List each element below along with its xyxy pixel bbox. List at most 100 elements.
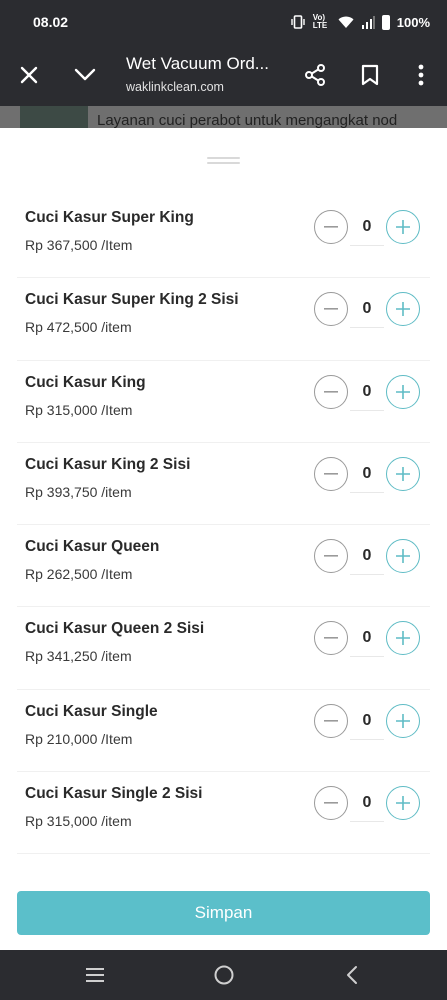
quantity-stepper: 0	[314, 210, 420, 246]
battery-icon	[381, 14, 390, 30]
decrease-button[interactable]	[314, 374, 348, 409]
list-item: Cuci Kasur King Rp 315,000 /Item 0	[17, 361, 430, 443]
home-icon	[214, 965, 234, 985]
quantity-stepper: 0	[314, 703, 420, 740]
back-icon	[347, 966, 357, 984]
decrease-button[interactable]	[314, 786, 348, 821]
quantity-stepper: 0	[314, 621, 420, 658]
item-name: Cuci Kasur Single 2 Sisi	[25, 785, 203, 803]
status-icons: Vo) LTE 100%	[290, 14, 430, 30]
minimize-button[interactable]	[68, 58, 102, 92]
minus-icon	[324, 308, 338, 310]
quantity-value[interactable]: 0	[350, 210, 384, 246]
home-button[interactable]	[211, 962, 237, 988]
share-button[interactable]	[298, 58, 332, 92]
page-title-block: Wet Vacuum Ord... waklinkclean.com	[126, 54, 286, 94]
item-price: Rp 341,250 /item	[25, 648, 132, 665]
item-price: Rp 472,500 /item	[25, 319, 132, 336]
plus-icon	[396, 796, 410, 811]
bookmark-icon	[361, 64, 379, 86]
close-button[interactable]	[12, 58, 46, 92]
minus-icon	[324, 719, 338, 722]
more-vertical-icon	[418, 64, 424, 86]
page-title: Wet Vacuum Ord...	[126, 54, 269, 73]
minus-icon	[324, 637, 338, 640]
item-price: Rp 315,000 /item	[25, 813, 132, 830]
network-label: Vo) LTE	[312, 13, 328, 30]
increase-button[interactable]	[386, 621, 420, 656]
page-url: waklinkclean.com	[126, 80, 224, 94]
decrease-button[interactable]	[314, 703, 348, 738]
backdrop-thumbnail	[20, 106, 88, 128]
decrease-button[interactable]	[314, 292, 348, 327]
recents-icon	[86, 968, 104, 982]
vibrate-icon	[291, 15, 305, 29]
increase-button[interactable]	[386, 786, 420, 821]
custom-tab-toolbar: Wet Vacuum Ord... waklinkclean.com	[0, 44, 447, 106]
item-name: Cuci Kasur Queen	[25, 538, 160, 556]
increase-button[interactable]	[386, 539, 420, 574]
item-name: Cuci Kasur Super King 2 Sisi	[25, 291, 239, 309]
increase-button[interactable]	[386, 703, 420, 738]
list-item: Cuci Kasur Single Rp 210,000 /Item 0	[17, 690, 430, 773]
quantity-value[interactable]: 0	[350, 786, 384, 823]
quantity-value[interactable]: 0	[350, 621, 384, 658]
quantity-value[interactable]: 0	[350, 292, 384, 329]
decrease-button[interactable]	[314, 621, 348, 656]
bookmark-button[interactable]	[353, 58, 387, 92]
share-icon	[305, 64, 325, 86]
quantity-stepper: 0	[314, 374, 420, 411]
plus-icon	[396, 302, 410, 317]
system-nav-bar	[0, 950, 447, 1000]
increase-button[interactable]	[386, 292, 420, 327]
minus-icon	[324, 390, 338, 393]
quantity-value[interactable]: 0	[350, 704, 384, 740]
list-item: Cuci Kasur Super King 2 Sisi Rp 472,500 …	[17, 278, 430, 361]
item-name: Cuci Kasur King	[25, 373, 146, 391]
item-price: Rp 393,750 /item	[25, 483, 132, 500]
item-price: Rp 367,500 /Item	[25, 237, 133, 253]
item-name: Cuci Kasur Single	[25, 702, 158, 720]
more-options-button[interactable]	[404, 58, 438, 92]
plus-icon	[396, 220, 410, 234]
quantity-stepper: 0	[314, 786, 420, 823]
item-name: Cuci Kasur Queen 2 Sisi	[25, 620, 205, 638]
backdrop-text: Layanan cuci perabot untuk mengangkat no…	[97, 112, 398, 128]
plus-icon	[396, 631, 410, 646]
plus-icon	[396, 549, 410, 564]
status-bar: 08.02 Vo) LTE 100%	[0, 0, 447, 44]
back-button[interactable]	[339, 962, 365, 988]
minus-icon	[324, 555, 338, 557]
quantity-value[interactable]: 0	[350, 375, 384, 411]
minus-icon	[324, 226, 338, 228]
plus-icon	[396, 384, 410, 399]
increase-button[interactable]	[386, 374, 420, 409]
list-item: Cuci Kasur Super King Rp 367,500 /Item 0	[17, 196, 430, 279]
battery-level: 100%	[396, 14, 430, 30]
status-time: 08.02	[33, 14, 69, 30]
page-backdrop: Layanan cuci perabot untuk mengangkat no…	[0, 106, 447, 128]
quantity-value[interactable]: 0	[350, 457, 384, 493]
list-item: Cuci Kasur King 2 Sisi Rp 393,750 /item …	[17, 443, 430, 526]
decrease-button[interactable]	[314, 539, 348, 574]
decrease-button[interactable]	[314, 210, 348, 244]
increase-button[interactable]	[386, 210, 420, 244]
list-item: Cuci Kasur Single 2 Sisi Rp 315,000 /ite…	[17, 772, 430, 855]
item-selection-sheet: Cuci Kasur Super King Rp 367,500 /Item 0…	[0, 128, 447, 950]
increase-button[interactable]	[386, 456, 420, 491]
quantity-stepper: 0	[314, 539, 420, 576]
item-price: Rp 315,000 /Item	[25, 401, 133, 418]
quantity-stepper: 0	[314, 456, 420, 493]
decrease-button[interactable]	[314, 456, 348, 491]
signal-icon	[361, 15, 375, 29]
minus-icon	[324, 802, 338, 804]
recents-button[interactable]	[82, 962, 108, 988]
quantity-stepper: 0	[314, 292, 420, 329]
quantity-value[interactable]: 0	[350, 539, 384, 576]
save-button[interactable]: Simpan	[17, 891, 430, 935]
list-item: Cuci Kasur Queen 2 Sisi Rp 341,250 /item…	[17, 607, 430, 690]
item-list: Cuci Kasur Super King Rp 367,500 /Item 0…	[0, 196, 447, 855]
item-price: Rp 210,000 /Item	[25, 730, 133, 747]
close-icon	[20, 66, 38, 84]
drag-handle[interactable]	[207, 157, 240, 165]
